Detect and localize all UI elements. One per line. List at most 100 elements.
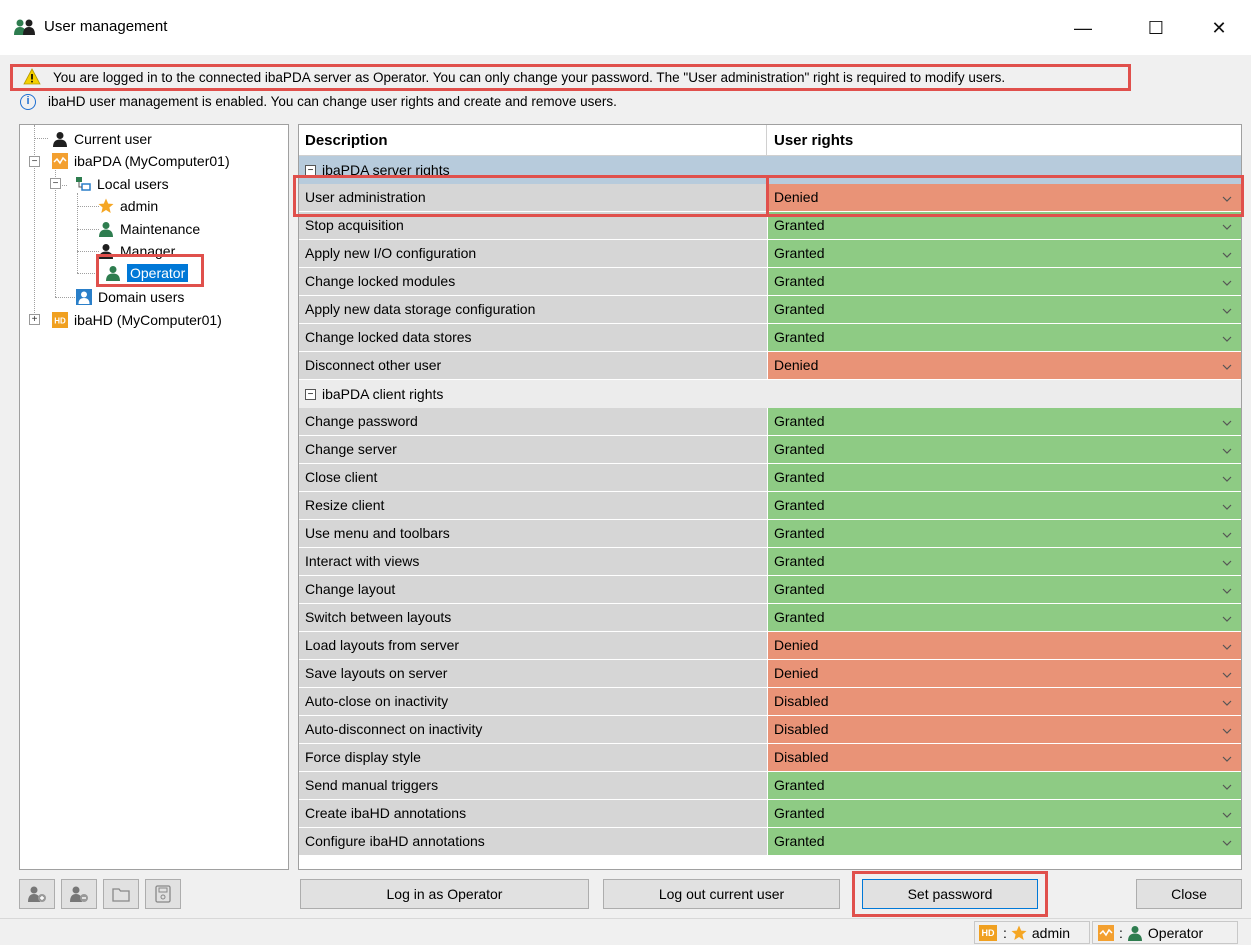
expand-icon[interactable]: + xyxy=(29,314,40,325)
right-value-dropdown[interactable]: Granted xyxy=(768,800,1241,828)
collapse-icon[interactable]: − xyxy=(50,178,61,189)
rights-row[interactable]: Load layouts from server Denied xyxy=(299,632,1241,660)
chevron-down-icon[interactable] xyxy=(1221,748,1233,766)
right-value-dropdown[interactable]: Granted xyxy=(768,604,1241,632)
login-as-operator-button[interactable]: Log in as Operator xyxy=(300,879,589,909)
star-icon xyxy=(1011,925,1027,940)
rights-row[interactable]: Apply new I/O configuration Granted xyxy=(299,240,1241,268)
chevron-down-icon[interactable] xyxy=(1221,216,1233,234)
close-button[interactable]: Close xyxy=(1136,879,1242,909)
right-value-dropdown[interactable]: Granted xyxy=(768,492,1241,520)
right-value-dropdown[interactable]: Granted xyxy=(768,828,1241,856)
right-value-dropdown[interactable]: Granted xyxy=(768,772,1241,800)
minimize-button[interactable]: — xyxy=(1060,10,1106,46)
tree-label: Maintenance xyxy=(120,221,201,237)
logout-current-user-button[interactable]: Log out current user xyxy=(603,879,840,909)
chevron-down-icon[interactable] xyxy=(1221,412,1233,430)
rights-row[interactable]: Disconnect other user Denied xyxy=(299,352,1241,380)
chevron-down-icon[interactable] xyxy=(1221,552,1233,570)
rights-row[interactable]: Force display style Disabled xyxy=(299,744,1241,772)
rights-row[interactable]: Switch between layouts Granted xyxy=(299,604,1241,632)
add-user-button[interactable] xyxy=(19,879,55,909)
tree-item-current-user[interactable]: Current user xyxy=(52,128,152,150)
window-title: User management xyxy=(44,18,168,35)
save-button[interactable] xyxy=(145,879,181,909)
chevron-down-icon[interactable] xyxy=(1221,272,1233,290)
right-value-dropdown[interactable]: Granted xyxy=(768,464,1241,492)
user-tree[interactable]: Current user − ibaPDA (MyComputer01) − L… xyxy=(19,124,289,870)
right-value-dropdown[interactable]: Granted xyxy=(768,548,1241,576)
rights-row[interactable]: Apply new data storage configuration Gran… xyxy=(299,296,1241,324)
rights-row[interactable]: Change locked data stores Granted xyxy=(299,324,1241,352)
rights-row[interactable]: Send manual triggers Granted xyxy=(299,772,1241,800)
group-client-rights[interactable]: − ibaPDA client rights xyxy=(299,380,1241,408)
right-value-dropdown[interactable]: Granted xyxy=(768,576,1241,604)
chevron-down-icon[interactable] xyxy=(1221,440,1233,458)
right-value-dropdown[interactable]: Granted xyxy=(768,268,1241,296)
right-value-dropdown[interactable]: Denied xyxy=(768,660,1241,688)
rights-row[interactable]: Change password Granted xyxy=(299,408,1241,436)
right-value-dropdown[interactable]: Denied xyxy=(768,352,1241,380)
rights-row[interactable]: Resize client Granted xyxy=(299,492,1241,520)
column-header-user-rights[interactable]: User rights xyxy=(768,125,1241,156)
chevron-down-icon[interactable] xyxy=(1221,356,1233,374)
collapse-icon[interactable]: − xyxy=(305,388,316,400)
rights-row[interactable]: Change layout Granted xyxy=(299,576,1241,604)
rights-grid[interactable]: Description User rights − ibaPDA server r… xyxy=(298,124,1242,870)
open-folder-button[interactable] xyxy=(103,879,139,909)
right-value-dropdown[interactable]: Disabled xyxy=(768,688,1241,716)
rights-row[interactable]: Auto-close on inactivity Disabled xyxy=(299,688,1241,716)
right-value-dropdown[interactable]: Disabled xyxy=(768,716,1241,744)
rights-row[interactable]: Change locked modules Granted xyxy=(299,268,1241,296)
right-value-dropdown[interactable]: Granted xyxy=(768,436,1241,464)
chevron-down-icon[interactable] xyxy=(1221,636,1233,654)
chevron-down-icon[interactable] xyxy=(1221,776,1233,794)
chevron-down-icon[interactable] xyxy=(1221,832,1233,850)
chevron-down-icon[interactable] xyxy=(1221,580,1233,598)
grid-header: Description User rights xyxy=(299,125,1241,156)
right-value-dropdown[interactable]: Granted xyxy=(768,408,1241,436)
chevron-down-icon[interactable] xyxy=(1221,496,1233,514)
tree-item-admin[interactable]: admin xyxy=(98,195,158,217)
right-description: Use menu and toolbars xyxy=(299,520,768,548)
chevron-down-icon[interactable] xyxy=(1221,328,1233,346)
chevron-down-icon[interactable] xyxy=(1221,608,1233,626)
chevron-down-icon[interactable] xyxy=(1221,692,1233,710)
right-value-dropdown[interactable]: Granted xyxy=(768,520,1241,548)
column-header-description[interactable]: Description xyxy=(299,125,767,156)
tree-item-ibahd[interactable]: HD ibaHD (MyComputer01) xyxy=(52,309,222,331)
rights-row[interactable]: Create ibaHD annotations Granted xyxy=(299,800,1241,828)
tree-item-maintenance[interactable]: Maintenance xyxy=(98,218,200,240)
pda-status: : Operator xyxy=(1092,921,1238,944)
chevron-down-icon[interactable] xyxy=(1221,300,1233,318)
right-value-dropdown[interactable]: Granted xyxy=(768,296,1241,324)
close-window-button[interactable]: ✕ xyxy=(1196,10,1242,46)
chevron-down-icon[interactable] xyxy=(1221,720,1233,738)
rights-row[interactable]: Save layouts on server Denied xyxy=(299,660,1241,688)
right-value-dropdown[interactable]: Granted xyxy=(768,240,1241,268)
tree-item-domain-users[interactable]: Domain users xyxy=(76,286,184,308)
add-user-icon xyxy=(28,886,46,902)
rights-row[interactable]: Change server Granted xyxy=(299,436,1241,464)
right-value: Granted xyxy=(774,273,825,289)
right-value-dropdown[interactable]: Denied xyxy=(768,632,1241,660)
right-value-dropdown[interactable]: Granted xyxy=(768,324,1241,352)
tree-item-local-users[interactable]: Local users xyxy=(75,173,169,195)
chevron-down-icon[interactable] xyxy=(1221,244,1233,262)
collapse-icon[interactable]: − xyxy=(29,156,40,167)
rights-row[interactable]: Interact with views Granted xyxy=(299,548,1241,576)
warning-message: You are logged in to the connected ibaPD… xyxy=(10,64,1131,91)
ibapda-icon xyxy=(1098,924,1114,941)
chevron-down-icon[interactable] xyxy=(1221,468,1233,486)
rights-row[interactable]: Configure ibaHD annotations Granted xyxy=(299,828,1241,856)
maximize-button[interactable]: ☐ xyxy=(1133,10,1179,46)
rights-row[interactable]: Auto-disconnect on inactivity Disabled xyxy=(299,716,1241,744)
right-value-dropdown[interactable]: Disabled xyxy=(768,744,1241,772)
chevron-down-icon[interactable] xyxy=(1221,804,1233,822)
chevron-down-icon[interactable] xyxy=(1221,664,1233,682)
rights-row[interactable]: Close client Granted xyxy=(299,464,1241,492)
tree-item-ibapda[interactable]: ibaPDA (MyComputer01) xyxy=(52,150,230,172)
rights-row[interactable]: Use menu and toolbars Granted xyxy=(299,520,1241,548)
remove-user-button[interactable] xyxy=(61,879,97,909)
chevron-down-icon[interactable] xyxy=(1221,524,1233,542)
